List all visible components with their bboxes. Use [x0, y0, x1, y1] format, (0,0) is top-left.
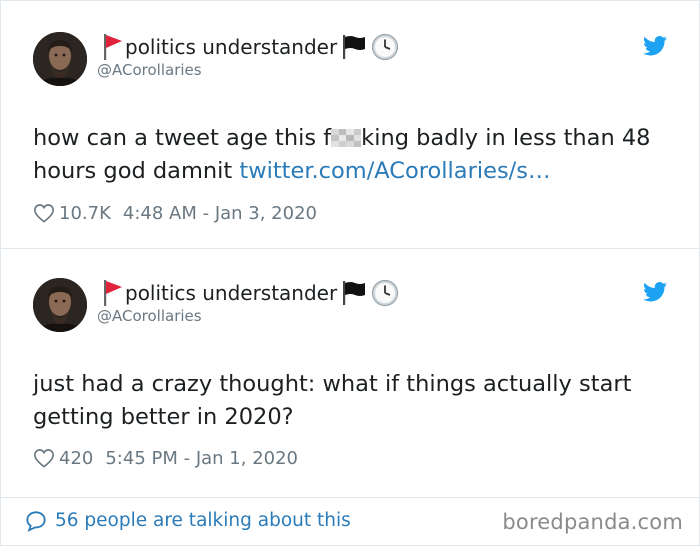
handle[interactable]: @ACorollaries: [97, 61, 202, 79]
black-flag-icon: [341, 34, 367, 60]
speech-bubble-icon[interactable]: [25, 510, 47, 532]
tweet-meta: 10.7K 4:48 AM - Jan 3, 2020: [33, 201, 317, 225]
display-name-row: politics understander: [101, 32, 399, 62]
avatar[interactable]: [33, 32, 87, 86]
conversation-footer: 56 people are talking about this boredpa…: [0, 497, 700, 546]
timestamp[interactable]: 5:45 PM - Jan 1, 2020: [105, 448, 298, 469]
display-name[interactable]: politics understander: [125, 281, 337, 305]
like-count: 10.7K: [59, 202, 111, 224]
tweet-text: how can a tweet age this f king badly in …: [33, 122, 673, 188]
handle[interactable]: @ACorollaries: [97, 307, 202, 325]
watermark: boredpanda.com: [502, 510, 683, 534]
tweet-card-1: politics understander @ACorollaries how …: [0, 0, 700, 248]
twitter-bird-icon[interactable]: [643, 36, 667, 56]
heart-icon[interactable]: [33, 203, 55, 223]
timestamp[interactable]: 4:48 AM - Jan 3, 2020: [123, 203, 317, 224]
clock-icon: [371, 279, 399, 307]
censor-pixelation: [331, 129, 362, 147]
red-flag-icon: [101, 279, 123, 307]
clock-icon: [371, 33, 399, 61]
tweet-link[interactable]: twitter.com/ACorollaries/s…: [239, 158, 550, 184]
like-count: 420: [59, 447, 94, 469]
tweet-meta: 420 5:45 PM - Jan 1, 2020: [33, 446, 298, 470]
twitter-bird-icon[interactable]: [643, 282, 667, 302]
black-flag-icon: [341, 280, 367, 306]
display-name-row: politics understander: [101, 278, 399, 308]
conversation-link[interactable]: 56 people are talking about this: [55, 510, 351, 531]
red-flag-icon: [101, 33, 123, 61]
heart-icon[interactable]: [33, 448, 55, 468]
tweet-card-2: politics understander @ACorollaries just…: [0, 249, 700, 497]
tweet-text-part: how can a tweet age this f: [33, 125, 332, 151]
tweet-text: just had a crazy thought: what if things…: [33, 371, 632, 430]
display-name[interactable]: politics understander: [125, 35, 337, 59]
avatar[interactable]: [33, 278, 87, 332]
